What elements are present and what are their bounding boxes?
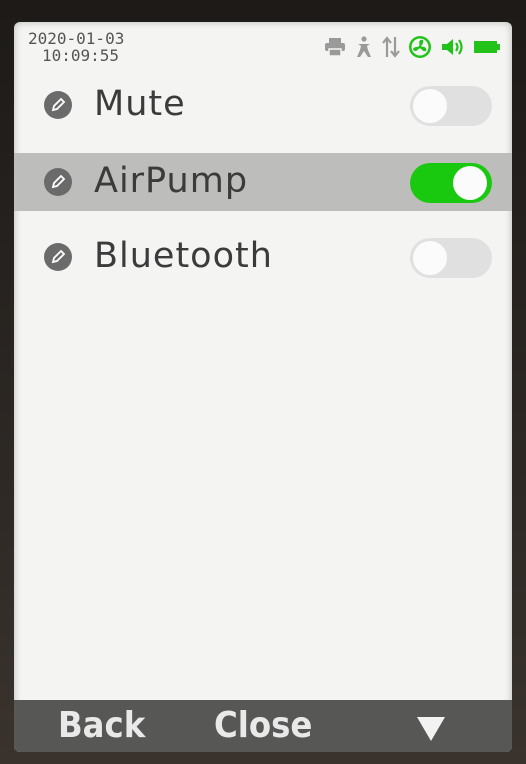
status-date: 2020-01-03: [28, 29, 125, 48]
down-arrow-softkey[interactable]: [416, 710, 446, 752]
person-icon: [354, 35, 374, 59]
close-softkey[interactable]: Close: [214, 704, 312, 748]
battery-icon: [474, 35, 500, 59]
fan-icon: [408, 35, 432, 59]
setting-label: AirPump: [94, 161, 249, 201]
setting-label: Bluetooth: [94, 236, 273, 276]
setting-row-bluetooth[interactable]: Bluetooth: [14, 228, 512, 286]
toggle-knob: [413, 89, 447, 123]
airpump-toggle[interactable]: [410, 163, 492, 203]
pencil-icon: [44, 168, 72, 196]
back-softkey[interactable]: Back: [58, 704, 145, 748]
speaker-icon: [440, 35, 466, 59]
status-bar: 2020-01-03 10:09:55: [14, 22, 512, 78]
pencil-icon: [44, 243, 72, 271]
triangle-down-icon: [417, 717, 445, 741]
status-time: 10:09:55: [42, 46, 120, 65]
mute-toggle[interactable]: [410, 86, 492, 126]
transfer-arrows-icon: [382, 35, 400, 59]
status-icons: [324, 35, 500, 59]
softkey-bar: Back Close: [14, 700, 512, 752]
setting-row-mute[interactable]: Mute: [14, 76, 512, 134]
device-screen: 2020-01-03 10:09:55 Mute AirPump Bluetoo…: [14, 22, 512, 752]
pencil-icon: [44, 91, 72, 119]
setting-label: Mute: [94, 84, 186, 124]
toggle-knob: [413, 241, 447, 275]
datetime: 2020-01-03 10:09:55: [28, 30, 124, 64]
setting-row-airpump[interactable]: AirPump: [14, 153, 512, 211]
printer-icon: [324, 35, 346, 59]
bluetooth-toggle[interactable]: [410, 238, 492, 278]
toggle-knob: [453, 166, 487, 200]
